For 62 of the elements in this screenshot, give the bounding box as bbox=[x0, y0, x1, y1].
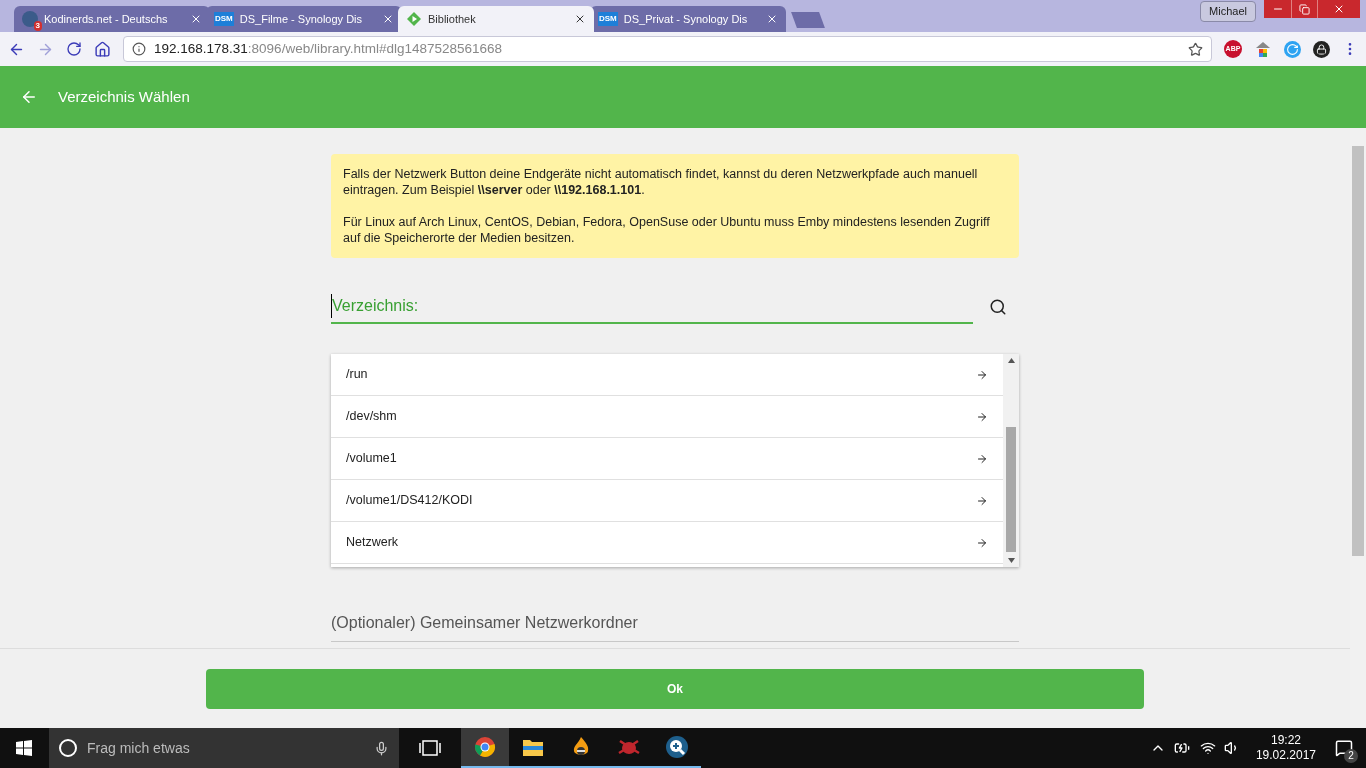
tab-title: DS_Privat - Synology Dis bbox=[623, 11, 749, 27]
scroll-up-icon[interactable] bbox=[1007, 358, 1015, 363]
flame-icon bbox=[572, 736, 590, 758]
maximize-button[interactable] bbox=[1292, 0, 1318, 18]
reload-icon[interactable] bbox=[66, 41, 82, 57]
info-icon bbox=[132, 42, 146, 56]
profile-button[interactable]: Michael bbox=[1200, 1, 1256, 22]
folder-item[interactable]: /volume1 bbox=[331, 438, 1003, 480]
windows-icon[interactable] bbox=[16, 740, 32, 756]
house-icon[interactable] bbox=[1254, 40, 1272, 58]
taskbar-app[interactable] bbox=[461, 728, 509, 768]
task-view-icon[interactable] bbox=[419, 740, 441, 756]
arrow-icon bbox=[976, 368, 988, 381]
tab-title: Bibliothek bbox=[428, 11, 477, 27]
cortana-icon bbox=[59, 739, 77, 757]
close-icon[interactable] bbox=[574, 13, 586, 25]
browser-tab[interactable]: DSM DS_Privat - Synology Dis bbox=[590, 6, 786, 32]
clock-date[interactable]: 19.02.2017 bbox=[1255, 748, 1316, 763]
folder-icon bbox=[522, 737, 544, 757]
lock-icon[interactable] bbox=[1313, 40, 1330, 58]
browser-tab[interactable]: 3 Kodinerds.net - Deutschs bbox=[14, 6, 210, 32]
browser-tab[interactable]: DSM DS_Filme - Synology Dis bbox=[206, 6, 402, 32]
home-icon[interactable] bbox=[94, 40, 111, 58]
arrow-icon bbox=[976, 452, 988, 465]
notification-count: 2 bbox=[1344, 749, 1358, 763]
chrome-icon bbox=[474, 736, 496, 758]
arrow-icon bbox=[976, 410, 988, 423]
arrow-icon bbox=[976, 536, 988, 549]
close-icon bbox=[1333, 3, 1345, 15]
star-icon[interactable] bbox=[1188, 41, 1203, 57]
folder-item[interactable]: /volume1/DS412/KODI bbox=[331, 480, 1003, 522]
list-scrollbar[interactable] bbox=[1003, 354, 1019, 567]
tab-badge: 3 bbox=[33, 21, 42, 31]
notification-button[interactable]: 2 bbox=[1322, 728, 1366, 768]
magnifier-icon bbox=[665, 735, 689, 759]
address-bar[interactable]: 192.168.178.31:8096/web/library.html#dlg1487528561668 bbox=[123, 36, 1212, 62]
site-icon: DSM bbox=[214, 12, 234, 26]
arrow-icon bbox=[976, 494, 988, 507]
scroll-down-icon[interactable] bbox=[1007, 558, 1015, 563]
mic-icon[interactable] bbox=[374, 740, 389, 756]
tab-title: Kodinerds.net - Deutschs bbox=[44, 11, 169, 27]
restore-icon bbox=[1299, 3, 1310, 15]
site-icon: DSM bbox=[598, 12, 618, 26]
search-icon[interactable] bbox=[989, 298, 1007, 316]
browser-tab[interactable]: Bibliothek bbox=[398, 6, 594, 32]
field-label: Verzeichnis: bbox=[331, 294, 419, 318]
sync-icon[interactable] bbox=[1284, 40, 1301, 58]
notice-text: Für Linux auf Arch Linux, CentOS, Debian, Fedora, OpenSuse oder Ubuntu muss Emby mindestens lesenden Zugriff auf die Speicherorte der Medien besitzen. bbox=[343, 214, 991, 246]
page-title: Verzeichnis Wählen bbox=[58, 86, 190, 107]
tab-title: DS_Filme - Synology Dis bbox=[239, 11, 364, 27]
play-icon bbox=[406, 11, 422, 27]
clock-time[interactable]: 19:22 bbox=[1270, 733, 1301, 748]
url-text: 192.168.178.31:8096/web/library.html#dlg1487528561668 bbox=[154, 39, 504, 58]
battery-icon[interactable] bbox=[1173, 740, 1190, 756]
section-heading: (Optionaler) Gemeinsamer Netzwerkordner bbox=[331, 611, 1019, 642]
bug-icon bbox=[617, 737, 641, 757]
folder-item[interactable]: /dev/shm bbox=[331, 396, 1003, 438]
notice-text: Falls der Netzwerk Button deine Endgeräte nicht automatisch findet, kannst du deren Netzwerkpfade auch manuell eintragen. Zum Beispiel \\server oder \\192.168.1.101. bbox=[343, 166, 979, 198]
search-field[interactable]: Frag mich etwas bbox=[49, 728, 399, 768]
folder-item[interactable]: Netzwerk bbox=[331, 522, 1003, 564]
wifi-icon[interactable] bbox=[1199, 740, 1216, 756]
folder-item[interactable]: /run bbox=[331, 354, 1003, 396]
